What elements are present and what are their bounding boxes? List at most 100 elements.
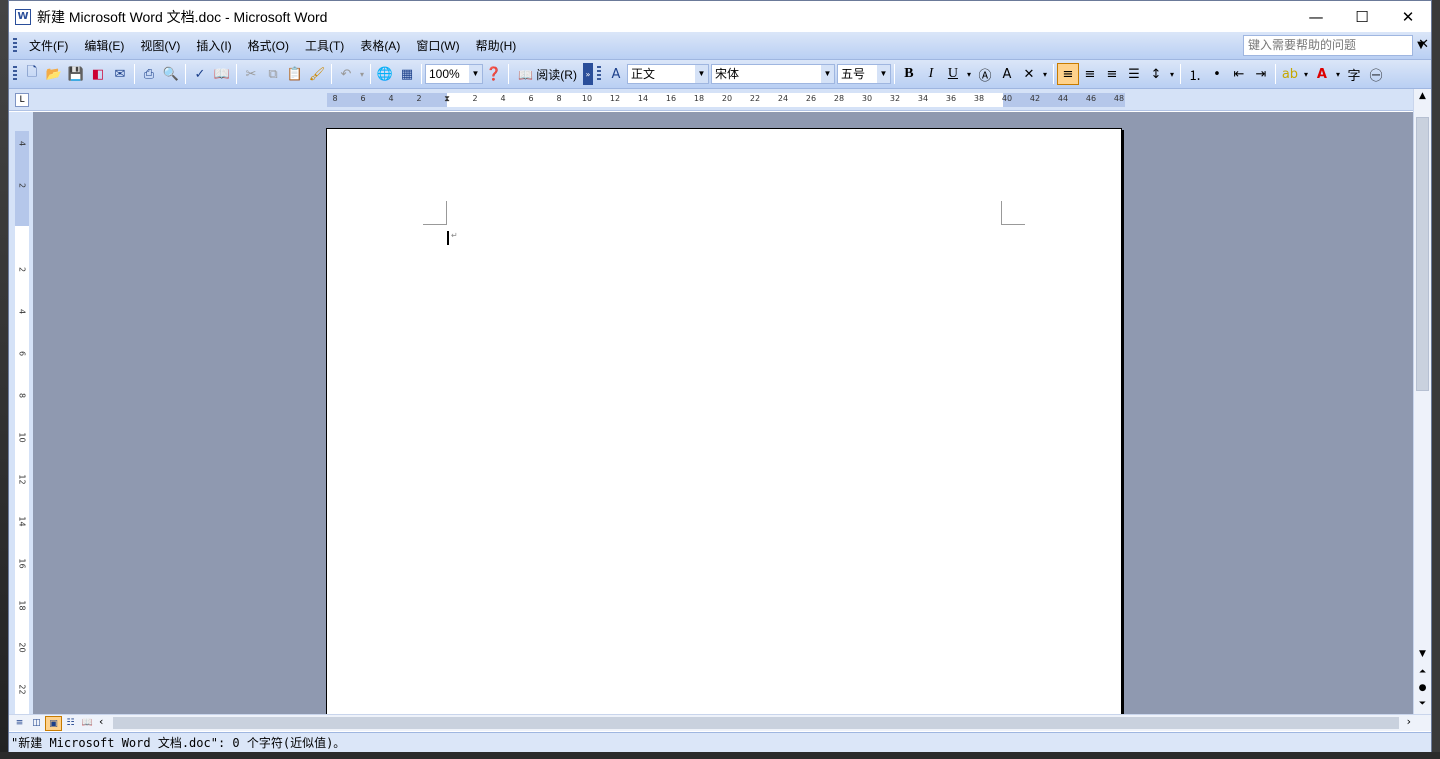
distributed-align-icon[interactable]: ☰: [1123, 63, 1145, 85]
ruler-number: 38: [973, 94, 985, 103]
scroll-down-icon[interactable]: ▼: [1414, 647, 1431, 661]
numbering-icon[interactable]: ⒈: [1184, 63, 1206, 85]
ruler-number: 12: [609, 94, 621, 103]
horizontal-scrollbar[interactable]: ≡ ◫ ▣ ☷ 📖 ‹ ›: [9, 714, 1431, 731]
separator: [508, 64, 509, 84]
font-color-icon[interactable]: A: [1311, 63, 1333, 85]
menu-view[interactable]: 视图(V): [132, 36, 188, 56]
research-icon[interactable]: 📖: [211, 63, 233, 85]
menu-format[interactable]: 格式(O): [240, 36, 297, 56]
vertical-scrollbar[interactable]: ▲ ▼ ⏶ ● ⏷: [1413, 89, 1431, 715]
chevron-down-icon[interactable]: ▼: [694, 65, 708, 83]
vertical-ruler[interactable]: 4 2 2 4 6 8 10 12 14 16 18 20 22: [15, 131, 29, 715]
chevron-down-icon[interactable]: ▼: [820, 65, 834, 83]
menu-edit[interactable]: 编辑(E): [76, 36, 132, 56]
chevron-down-icon[interactable]: ▼: [469, 65, 482, 83]
bullets-icon[interactable]: •: [1206, 63, 1228, 85]
line-spacing-dropdown-icon[interactable]: ▾: [1167, 63, 1177, 85]
scroll-up-icon[interactable]: ▲: [1414, 89, 1431, 103]
line-spacing-icon[interactable]: ↕: [1145, 63, 1167, 85]
indent-marker[interactable]: ⧗: [444, 94, 450, 104]
email-icon[interactable]: ✉: [109, 63, 131, 85]
underline-button[interactable]: U: [942, 63, 964, 85]
table-icon[interactable]: ▦: [396, 63, 418, 85]
paragraph-mark-icon: ↵: [451, 231, 458, 240]
spelling-icon[interactable]: ✓: [189, 63, 211, 85]
print-icon[interactable]: ⎙: [138, 63, 160, 85]
horizontal-scroll-thumb[interactable]: [113, 717, 1399, 729]
phonetic-guide-icon[interactable]: 字: [1343, 63, 1365, 85]
minimize-button[interactable]: —: [1293, 1, 1339, 32]
save-icon[interactable]: 💾: [65, 63, 87, 85]
format-painter-icon[interactable]: 🖌: [306, 63, 328, 85]
ruler-number: 4: [17, 308, 27, 315]
word-app-icon[interactable]: W: [15, 8, 31, 25]
close-button[interactable]: ✕: [1385, 1, 1431, 32]
align-center-icon[interactable]: ≡: [1079, 63, 1101, 85]
menu-insert[interactable]: 插入(I): [188, 36, 239, 56]
ruler-number: 2: [472, 94, 478, 103]
char-shading-icon[interactable]: A: [996, 63, 1018, 85]
increase-indent-icon[interactable]: ⇥: [1250, 63, 1272, 85]
reading-mode-button[interactable]: 📖 阅读(R): [512, 66, 583, 83]
scroll-left-icon[interactable]: ‹: [99, 715, 103, 728]
web-layout-icon[interactable]: ◫: [28, 716, 45, 731]
tab-selector[interactable]: L: [15, 93, 29, 107]
font-color-dropdown-icon[interactable]: ▾: [1333, 63, 1343, 85]
italic-button[interactable]: I: [920, 63, 942, 85]
menu-window[interactable]: 窗口(W): [408, 36, 467, 56]
permission-icon[interactable]: ◧: [87, 63, 109, 85]
close-document-button[interactable]: ✕: [1418, 37, 1429, 52]
copy-icon[interactable]: ⧉: [262, 63, 284, 85]
print-layout-icon[interactable]: ▣: [45, 716, 62, 731]
normal-view-icon[interactable]: ≡: [11, 716, 28, 731]
menu-tools[interactable]: 工具(T): [297, 36, 352, 56]
previous-page-icon[interactable]: ⏶: [1414, 665, 1431, 679]
menu-table[interactable]: 表格(A): [352, 36, 408, 56]
zoom-select[interactable]: 100% ▼: [425, 64, 483, 84]
underline-dropdown-icon[interactable]: ▾: [964, 63, 974, 85]
bold-button[interactable]: B: [898, 63, 920, 85]
align-justify-icon[interactable]: ≡: [1056, 63, 1079, 85]
cut-icon[interactable]: ✂: [240, 63, 262, 85]
outline-view-icon[interactable]: ☷: [62, 716, 79, 731]
undo-dropdown-icon[interactable]: ▾: [357, 63, 367, 85]
char-border-icon[interactable]: Ⓐ: [974, 63, 996, 85]
style-select[interactable]: 正文 ▼: [626, 64, 709, 84]
font-select[interactable]: 宋体 ▼: [710, 64, 835, 84]
toolbar-options-icon[interactable]: »: [582, 63, 593, 85]
text-cursor: [447, 231, 449, 245]
help-search-input[interactable]: 键入需要帮助的问题 ▼: [1243, 35, 1425, 56]
highlight-icon[interactable]: ab: [1279, 63, 1301, 85]
open-folder-icon[interactable]: 📂: [43, 63, 65, 85]
align-right-icon[interactable]: ≡: [1101, 63, 1123, 85]
paste-icon[interactable]: 📋: [284, 63, 306, 85]
toolbar-grip[interactable]: [13, 66, 17, 82]
print-preview-icon[interactable]: 🔍: [160, 63, 182, 85]
menubar-grip[interactable]: [13, 37, 17, 54]
char-scale-icon[interactable]: ✕: [1018, 63, 1040, 85]
horizontal-ruler[interactable]: 8 6 4 2 ⧗ 2 4 6 8 10 12 14 16 18 20 22 2…: [327, 93, 1125, 107]
decrease-indent-icon[interactable]: ⇤: [1228, 63, 1250, 85]
menu-help[interactable]: 帮助(H): [468, 36, 525, 56]
undo-icon[interactable]: ↶: [335, 63, 357, 85]
maximize-button[interactable]: ☐: [1339, 1, 1385, 32]
hyperlink-icon[interactable]: 🌐: [374, 63, 396, 85]
next-page-icon[interactable]: ⏷: [1414, 697, 1431, 711]
select-browse-object-icon[interactable]: ●: [1414, 681, 1431, 695]
document-page[interactable]: ↵: [326, 128, 1122, 715]
enclose-char-icon[interactable]: ㊀: [1365, 63, 1387, 85]
help-icon[interactable]: ❓: [483, 63, 505, 85]
document-area[interactable]: ↵: [33, 112, 1415, 715]
new-document-icon[interactable]: 🗋: [21, 63, 43, 85]
reading-layout-icon[interactable]: 📖: [79, 716, 96, 731]
scroll-right-icon[interactable]: ›: [1407, 715, 1411, 728]
chevron-down-icon[interactable]: ▼: [876, 65, 890, 83]
styles-formatting-icon[interactable]: A: [605, 63, 627, 85]
vertical-scroll-thumb[interactable]: [1416, 117, 1429, 391]
format-toolbar-grip[interactable]: [596, 66, 601, 82]
char-scale-dropdown-icon[interactable]: ▾: [1040, 63, 1050, 85]
menu-file[interactable]: 文件(F): [21, 36, 76, 56]
highlight-dropdown-icon[interactable]: ▾: [1301, 63, 1311, 85]
font-size-select[interactable]: 五号 ▼: [836, 64, 891, 84]
